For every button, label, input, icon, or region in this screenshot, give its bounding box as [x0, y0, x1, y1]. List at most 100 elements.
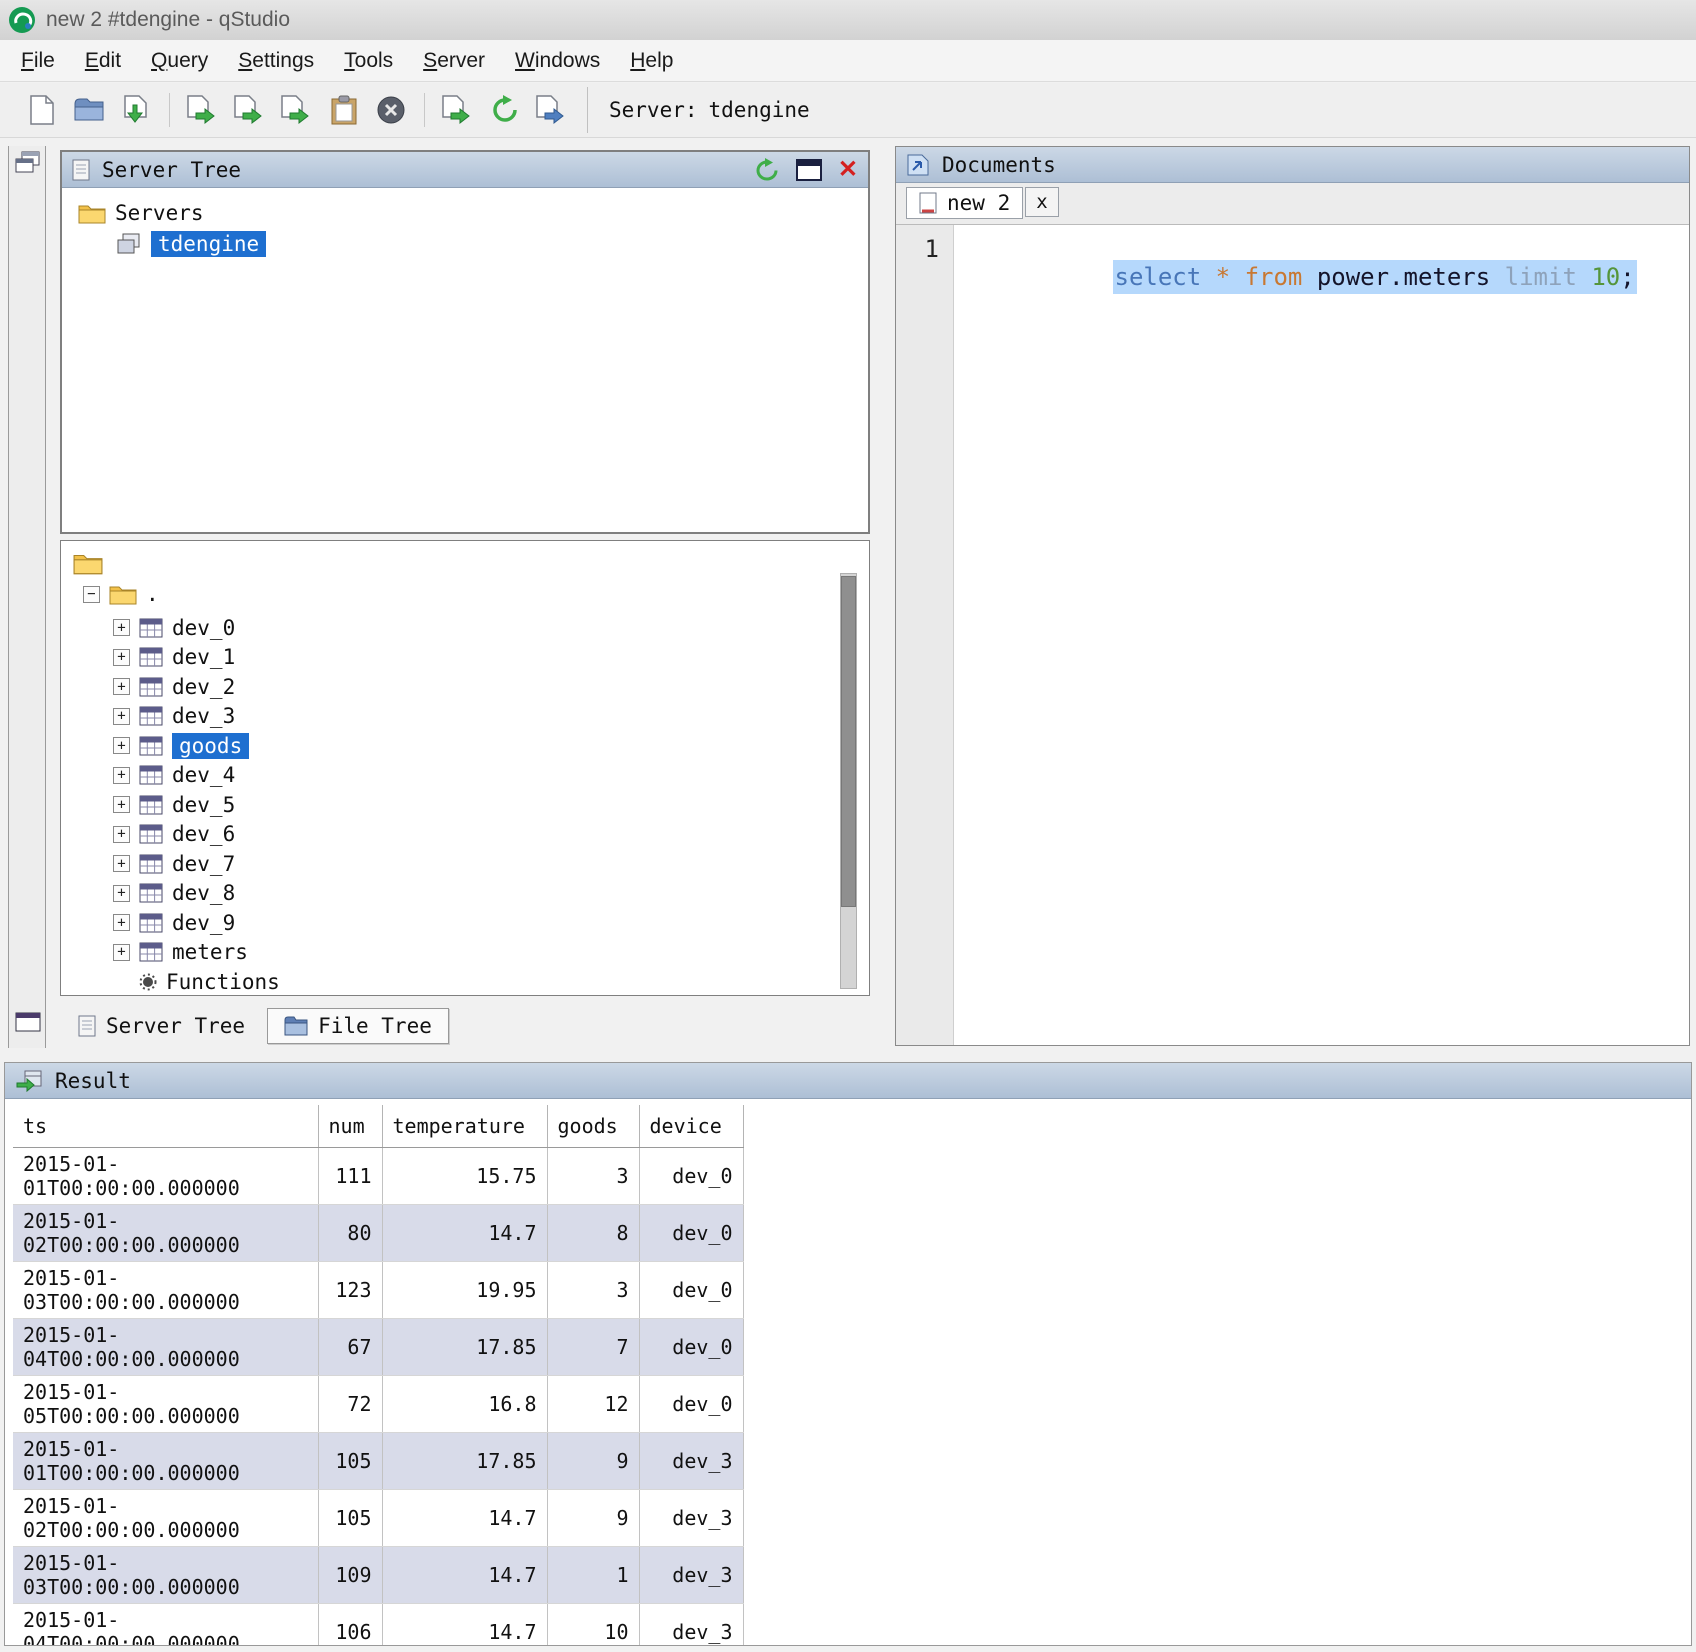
tab-new-2[interactable]: new 2 — [906, 187, 1023, 219]
col-header-device[interactable]: device — [639, 1105, 743, 1148]
tree-item-label[interactable]: . — [146, 582, 159, 606]
run-script-icon[interactable] — [440, 92, 476, 128]
menu-help[interactable]: Help — [615, 43, 688, 79]
tree-item-label[interactable]: dev_3 — [172, 704, 235, 728]
save-icon[interactable] — [118, 92, 154, 128]
expand-icon[interactable]: + — [113, 885, 130, 902]
sql-code-line[interactable]: select * from power.meters limit 10; — [968, 235, 1637, 319]
menu-edit[interactable]: Edit — [70, 43, 136, 79]
tree-item-label[interactable]: dev_1 — [172, 645, 235, 669]
stop-icon[interactable] — [373, 92, 409, 128]
tab-label[interactable]: new 2 — [947, 191, 1010, 215]
expand-icon[interactable]: + — [113, 796, 130, 813]
tree-item-label[interactable]: meters — [172, 940, 248, 964]
expand-icon[interactable]: + — [113, 767, 130, 784]
menu-file[interactable]: File — [6, 43, 70, 79]
tab-server-tree[interactable]: Server Tree — [62, 1009, 261, 1043]
tree-item-meters[interactable]: + meters — [113, 938, 869, 968]
tree-item-dev_5[interactable]: + dev_5 — [113, 790, 869, 820]
col-header-temperature[interactable]: temperature — [382, 1105, 547, 1148]
paste-icon[interactable] — [326, 92, 362, 128]
col-header-ts[interactable]: ts — [13, 1105, 318, 1148]
tree-item-database-root[interactable]: − . — [83, 579, 869, 609]
tree-item-dev_8[interactable]: + dev_8 — [113, 879, 869, 909]
tab-label[interactable]: File Tree — [318, 1014, 432, 1038]
table-row[interactable]: 2015-01-03T00:00:00.00000010914.71dev_3 — [13, 1547, 743, 1604]
col-header-goods[interactable]: goods — [547, 1105, 639, 1148]
expand-icon[interactable]: + — [113, 855, 130, 872]
server-input[interactable] — [709, 98, 859, 122]
table-row[interactable]: 2015-01-02T00:00:00.00000010514.79dev_3 — [13, 1490, 743, 1547]
tree-item-dev_6[interactable]: + dev_6 — [113, 820, 869, 850]
minimized-window-icon[interactable] — [15, 1012, 41, 1032]
tree-item-dev_4[interactable]: + dev_4 — [113, 761, 869, 791]
run-line-icon[interactable] — [232, 92, 268, 128]
tree-item-dev_9[interactable]: + dev_9 — [113, 908, 869, 938]
tree-item-label[interactable]: dev_9 — [172, 911, 235, 935]
open-file-icon[interactable] — [71, 92, 107, 128]
tree-item-label[interactable]: dev_7 — [172, 852, 235, 876]
expand-icon[interactable]: + — [113, 737, 130, 754]
tree-item-dev_3[interactable]: + dev_3 — [113, 702, 869, 732]
editor-gutter: 1 — [896, 225, 954, 1045]
tree-item-dev_7[interactable]: + dev_7 — [113, 849, 869, 879]
export-icon[interactable] — [534, 92, 570, 128]
expand-icon[interactable]: + — [113, 678, 130, 695]
collapse-icon[interactable]: − — [83, 586, 100, 603]
tree-item-functions[interactable]: Functions — [139, 967, 869, 996]
table-row[interactable]: 2015-01-04T00:00:00.0000006717.857dev_0 — [13, 1319, 743, 1376]
expand-icon[interactable]: + — [113, 619, 130, 636]
tree-item-label[interactable]: dev_4 — [172, 763, 235, 787]
expand-icon[interactable]: + — [113, 826, 130, 843]
expand-icon[interactable]: + — [113, 649, 130, 666]
tab-file-tree[interactable]: File Tree — [267, 1008, 449, 1044]
sql-statement[interactable]: select * from power.meters limit 10; — [1113, 260, 1637, 294]
tree-item-servers[interactable]: Servers — [78, 198, 868, 228]
table-row[interactable]: 2015-01-01T00:00:00.00000010517.859dev_3 — [13, 1433, 743, 1490]
close-icon[interactable]: ✕ — [838, 158, 858, 182]
tree-item-tdengine[interactable]: tdengine — [114, 229, 868, 259]
new-file-icon[interactable] — [24, 92, 60, 128]
tree-item-label[interactable]: dev_5 — [172, 793, 235, 817]
tree-item-dev_0[interactable]: + dev_0 — [113, 613, 869, 643]
menu-settings[interactable]: Settings — [223, 43, 329, 79]
tree-item-label[interactable]: goods — [172, 733, 249, 759]
tree-item-label[interactable]: dev_0 — [172, 616, 235, 640]
tree-item-label[interactable]: tdengine — [151, 231, 266, 257]
refresh-icon[interactable] — [754, 158, 780, 182]
tree-item-dev_1[interactable]: + dev_1 — [113, 643, 869, 673]
tree-item-label[interactable]: dev_8 — [172, 881, 235, 905]
expand-icon[interactable]: + — [113, 914, 130, 931]
sql-editor[interactable]: 1 select * from power.meters limit 10; — [896, 225, 1689, 1045]
tab-label[interactable]: Server Tree — [106, 1014, 245, 1038]
tree-item-label[interactable]: dev_6 — [172, 822, 235, 846]
table-row[interactable]: 2015-01-05T00:00:00.0000007216.812dev_0 — [13, 1376, 743, 1433]
scrollbar-thumb[interactable] — [841, 576, 856, 907]
popout-window-icon[interactable] — [796, 159, 822, 181]
tree-scrollbar[interactable] — [840, 573, 857, 989]
table-row[interactable]: 2015-01-02T00:00:00.0000008014.78dev_0 — [13, 1205, 743, 1262]
expand-icon[interactable]: + — [113, 944, 130, 961]
root-folder-icon[interactable] — [73, 551, 869, 575]
menu-tools[interactable]: Tools — [329, 43, 408, 79]
server-tree-tab-icon — [78, 1015, 96, 1037]
menu-windows[interactable]: Windows — [500, 43, 615, 79]
refresh-schedule-icon[interactable] — [487, 92, 523, 128]
tree-item-dev_2[interactable]: + dev_2 — [113, 672, 869, 702]
table-row[interactable]: 2015-01-03T00:00:00.00000012319.953dev_0 — [13, 1262, 743, 1319]
table-row[interactable]: 2015-01-04T00:00:00.00000010614.710dev_3 — [13, 1604, 743, 1646]
tab-close-button[interactable]: x — [1025, 187, 1058, 217]
expand-icon[interactable]: + — [113, 708, 130, 725]
menu-query[interactable]: Query — [136, 43, 223, 79]
tree-item-label[interactable]: Functions — [166, 970, 280, 994]
table-row[interactable]: 2015-01-01T00:00:00.00000011115.753dev_0 — [13, 1148, 743, 1205]
windows-stack-icon[interactable] — [14, 150, 42, 176]
run-selection-icon[interactable] — [279, 92, 315, 128]
tree-item-goods[interactable]: + goods — [113, 731, 869, 761]
run-query-icon[interactable] — [185, 92, 221, 128]
cell-num: 105 — [318, 1433, 382, 1490]
tree-item-label[interactable]: dev_2 — [172, 675, 235, 699]
menu-server[interactable]: Server — [408, 43, 500, 79]
col-header-num[interactable]: num — [318, 1105, 382, 1148]
tree-item-label[interactable]: Servers — [115, 201, 204, 225]
